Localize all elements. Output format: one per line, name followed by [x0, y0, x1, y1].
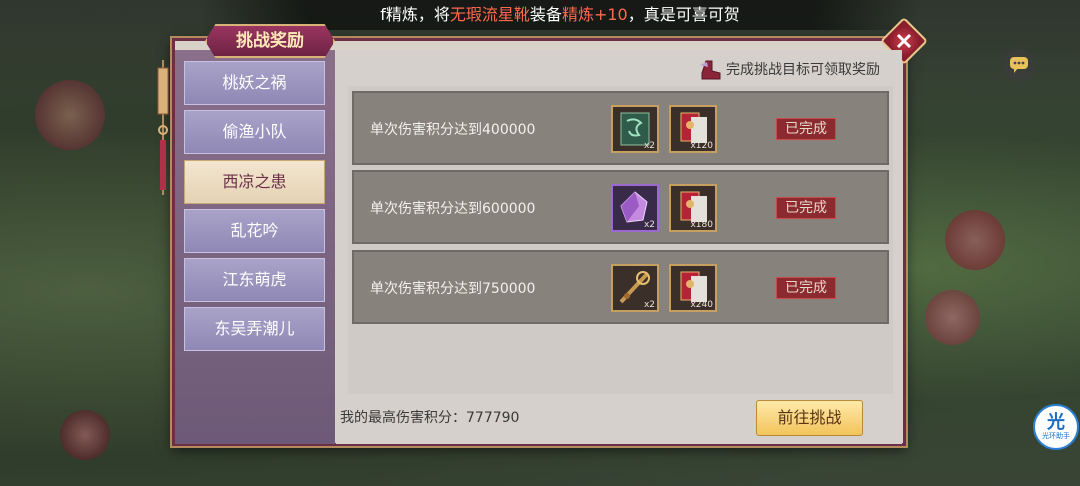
- completed-badge: 已完成: [776, 118, 836, 140]
- reward-slot[interactable]: x120: [669, 105, 717, 153]
- sidebar-item-luanhua[interactable]: 乱花吟: [184, 209, 325, 253]
- go-challenge-button[interactable]: 前往挑战: [756, 400, 863, 436]
- reward-slot[interactable]: x240: [669, 264, 717, 312]
- hint-text: 完成挑战目标可领取奖励: [726, 62, 880, 78]
- score-value: 777790: [466, 410, 520, 426]
- sidebar-item-taoyao[interactable]: 桃妖之祸: [184, 61, 325, 105]
- chat-bubble-icon: [1010, 57, 1028, 73]
- banner-prefix: f精炼，将: [380, 5, 450, 24]
- assistant-button[interactable]: 光 光环助手: [1033, 404, 1079, 450]
- completed-badge: 已完成: [776, 197, 836, 219]
- reward-slot[interactable]: x180: [669, 184, 717, 232]
- challenge-row: 单次伤害积分达到400000 x2 x120 已完成: [352, 91, 889, 165]
- panel-title: 挑战奖励: [205, 24, 335, 58]
- challenge-label: 单次伤害积分达到400000: [370, 122, 536, 138]
- reward-count: x120: [690, 141, 713, 151]
- completed-badge: 已完成: [776, 277, 836, 299]
- reward-hint: 完成挑战目标可领取奖励: [698, 58, 880, 82]
- close-icon: [896, 33, 912, 49]
- reward-count: x240: [690, 300, 713, 310]
- chat-button[interactable]: [1003, 49, 1035, 81]
- score-label: 我的最高伤害积分：: [340, 410, 466, 426]
- reward-slot[interactable]: x2: [611, 184, 659, 232]
- tassel-decoration: [157, 60, 169, 195]
- sidebar-item-dongwu[interactable]: 东吴弄潮儿: [184, 307, 325, 351]
- banner-middle: 装备: [529, 5, 562, 24]
- reward-slot[interactable]: x2: [611, 264, 659, 312]
- assistant-label: 光环助手: [1042, 431, 1070, 440]
- reward-count: x180: [690, 220, 713, 230]
- sidebar-item-xiliang[interactable]: 西凉之患: [184, 160, 325, 204]
- boot-icon: [700, 60, 721, 80]
- best-score: 我的最高伤害积分：777790: [340, 407, 519, 427]
- banner-suffix: ，真是可喜可贺: [627, 5, 740, 24]
- reward-slot[interactable]: x2: [611, 105, 659, 153]
- reward-count: x2: [643, 220, 655, 230]
- sidebar-item-jiangdong[interactable]: 江东萌虎: [184, 258, 325, 302]
- challenge-row: 单次伤害积分达到750000 x2 x240 已完成: [352, 250, 889, 324]
- reward-count: x2: [643, 300, 655, 310]
- challenge-label: 单次伤害积分达到750000: [370, 281, 536, 297]
- challenge-row: 单次伤害积分达到600000 x2 x180 已完成: [352, 170, 889, 244]
- sidebar-item-touyu[interactable]: 偷渔小队: [184, 110, 325, 154]
- challenge-label: 单次伤害积分达到600000: [370, 201, 536, 217]
- banner-item: 无瑕流星靴: [449, 5, 530, 24]
- banner-refine: 精炼+10: [561, 5, 628, 24]
- assistant-logo: 光: [1047, 411, 1065, 433]
- reward-count: x2: [643, 141, 655, 151]
